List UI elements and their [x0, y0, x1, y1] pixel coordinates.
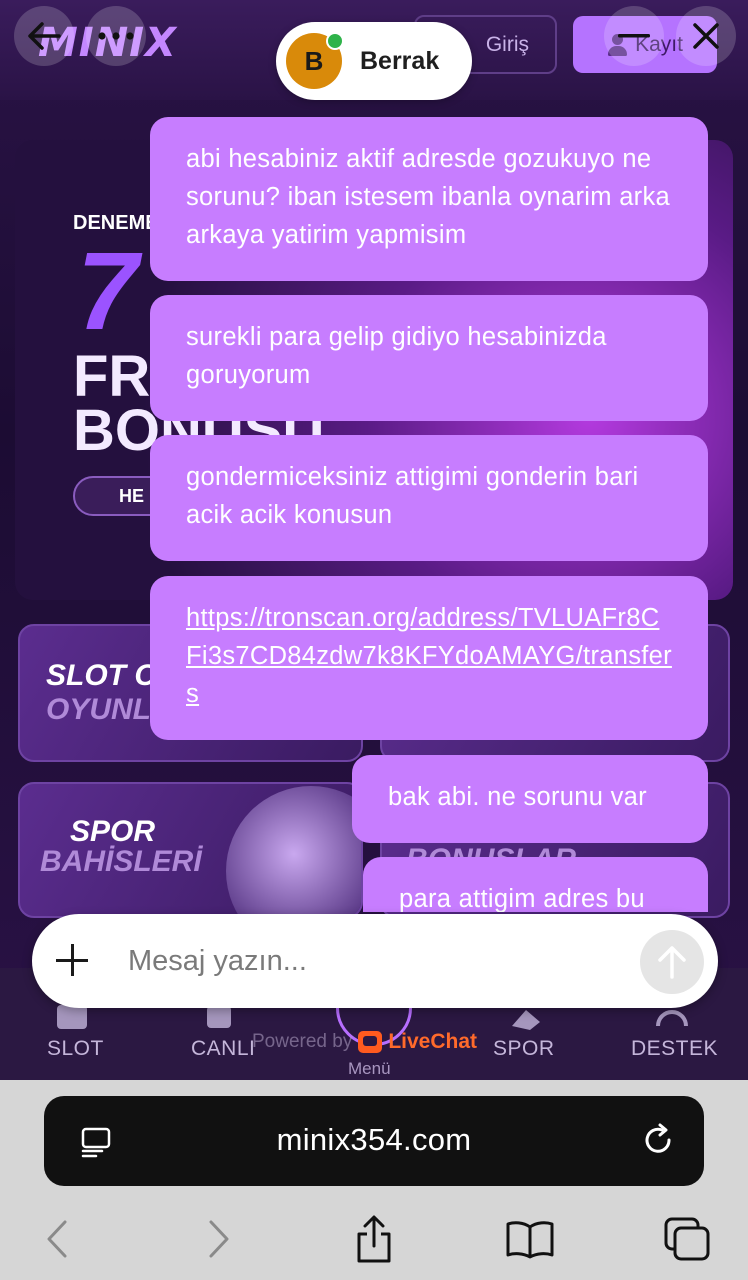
- chat-message: bak abi. ne sorunu var: [352, 755, 708, 843]
- attach-plus-icon[interactable]: [56, 942, 94, 980]
- chevron-right-icon: [209, 1220, 229, 1258]
- close-icon: [693, 23, 719, 49]
- agent-name: Berrak: [360, 46, 440, 75]
- ellipsis-icon: [98, 32, 134, 40]
- message-composer: [32, 914, 718, 1008]
- minimize-icon: [618, 34, 650, 38]
- nav-spor[interactable]: SPOR: [493, 1037, 555, 1061]
- share-icon: [357, 1215, 391, 1263]
- close-button[interactable]: [676, 6, 736, 66]
- agent-header[interactable]: B Berrak: [276, 22, 472, 100]
- chat-message: gondermiceksiniz attigimi gonderin bari …: [150, 435, 708, 561]
- chevron-left-icon: [47, 1220, 67, 1258]
- book-icon: [506, 1221, 554, 1259]
- livechat-logo-icon: [358, 1031, 383, 1053]
- tabs-icon: [664, 1217, 710, 1261]
- nav-menu: Menü: [348, 1059, 391, 1078]
- address-bar[interactable]: minix354.com: [44, 1096, 704, 1186]
- minimize-button[interactable]: [604, 6, 664, 66]
- send-button[interactable]: [640, 930, 704, 994]
- back-button[interactable]: [14, 6, 74, 66]
- arrow-left-icon: [28, 22, 61, 50]
- agent-initial: B: [304, 45, 324, 76]
- chat-message-link[interactable]: https://tronscan.org/address/TVLUAFr8CFi…: [150, 576, 708, 740]
- powered-by-livechat[interactable]: Powered by LiveChat: [252, 1030, 477, 1054]
- url-text: minix354.com: [276, 1122, 472, 1157]
- headset-icon: [656, 1010, 688, 1027]
- agent-avatar: B: [286, 32, 344, 89]
- nav-slot[interactable]: SLOT: [47, 1037, 104, 1061]
- browser-toolbar: minix354.com: [0, 1080, 748, 1280]
- login-label: Giriş: [485, 32, 529, 56]
- more-options-button[interactable]: [86, 6, 146, 66]
- livechat-name: LiveChat: [388, 1030, 478, 1053]
- online-status-dot: [326, 32, 344, 50]
- browser-forward-button[interactable]: [194, 1214, 244, 1264]
- tabs-button[interactable]: [662, 1214, 712, 1264]
- bookmarks-button[interactable]: [505, 1214, 555, 1264]
- chat-message: para attigim adres bu: [363, 857, 708, 912]
- browser-back-button[interactable]: [32, 1214, 82, 1264]
- share-button[interactable]: [349, 1214, 399, 1264]
- powered-by-label: Powered by: [252, 1031, 353, 1052]
- nav-destek[interactable]: DESTEK: [631, 1037, 718, 1061]
- chat-message: abi hesabiniz aktif adresde gozukuyo ne …: [150, 117, 708, 281]
- sport-icon: [512, 1010, 540, 1030]
- chat-message-list[interactable]: abi hesabiniz aktif adresde gozukuyo ne …: [0, 100, 748, 912]
- message-input[interactable]: [128, 938, 628, 984]
- reload-icon[interactable]: [640, 1122, 676, 1158]
- nav-canli[interactable]: CANLI: [191, 1037, 255, 1061]
- arrow-up-icon: [658, 946, 686, 979]
- chat-message: surekli para gelip gidiyo hesabinizda go…: [150, 295, 708, 421]
